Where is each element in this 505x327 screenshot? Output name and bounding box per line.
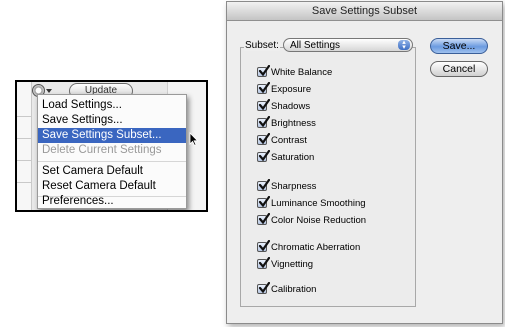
menu-item-delete-current-settings: Delete Current Settings: [42, 144, 162, 156]
menu-item-save-settings[interactable]: Save Settings...: [38, 113, 186, 128]
checkbox[interactable]: [257, 99, 270, 111]
menu-dropdown-arrow-icon[interactable]: [46, 89, 52, 93]
checkbox[interactable]: [257, 196, 270, 208]
checkbox[interactable]: [257, 150, 270, 162]
checkmark-icon: [258, 82, 270, 94]
checkbox-row[interactable]: White Balance: [257, 65, 332, 79]
checkmark-icon: [258, 65, 270, 77]
menu-item-reset-camera-default[interactable]: Reset Camera Default: [38, 179, 186, 194]
checkbox-label: Sharpness: [271, 180, 317, 192]
background-row-divider: [17, 138, 31, 139]
checkbox-label: Exposure: [271, 83, 312, 95]
checkmark-icon: [258, 282, 270, 294]
background-row-divider: [17, 116, 31, 117]
checkbox-label: Shadows: [271, 100, 311, 112]
background-panel-column: [17, 82, 32, 210]
subset-select[interactable]: All Settings ▴ ▾: [283, 38, 413, 52]
checkbox-label: Color Noise Reduction: [271, 214, 367, 226]
menu-item-set-camera-default[interactable]: Set Camera Default: [38, 164, 186, 179]
checkmark-icon: [258, 213, 270, 225]
checkbox-label: Vignetting: [271, 258, 314, 270]
checkbox-row[interactable]: Shadows: [257, 99, 310, 113]
checkbox-row[interactable]: Brightness: [257, 116, 316, 130]
checkbox[interactable]: [257, 240, 270, 252]
settings-menu-screenshot: Update Load Settings... Save Settings...…: [15, 80, 208, 212]
checkbox-row[interactable]: Sharpness: [257, 179, 316, 193]
menu-separator: [38, 161, 186, 162]
checkbox-label: Contrast: [271, 134, 307, 146]
checkbox-row[interactable]: Luminance Smoothing: [257, 196, 366, 210]
checkmark-icon: [258, 196, 270, 208]
checkbox-row[interactable]: Saturation: [257, 150, 314, 164]
checkbox-row[interactable]: Calibration: [257, 282, 316, 296]
checkbox-label: Saturation: [271, 151, 315, 163]
checkbox[interactable]: [257, 65, 270, 77]
background-row-divider: [17, 160, 31, 161]
save-button[interactable]: Save...: [430, 38, 488, 54]
checkmark-icon: [258, 99, 270, 111]
checkbox-row[interactable]: Vignetting: [257, 257, 313, 271]
checkmark-icon: [258, 257, 270, 269]
checkmark-icon: [258, 150, 270, 162]
checkmark-icon: [258, 116, 270, 128]
checkmark-icon: [258, 133, 270, 145]
checkbox-label: Luminance Smoothing: [271, 197, 366, 209]
menu-item-preferences[interactable]: Preferences...: [38, 195, 186, 208]
checkbox[interactable]: [257, 179, 270, 191]
checkbox[interactable]: [257, 116, 270, 128]
checkbox-label: Chromatic Aberration: [271, 241, 361, 253]
subset-label: Subset:: [244, 40, 280, 51]
checkbox[interactable]: [257, 257, 270, 269]
cancel-button[interactable]: Cancel: [430, 61, 488, 77]
checkbox-label: Calibration: [271, 283, 317, 295]
checkbox-label: White Balance: [271, 66, 333, 78]
checkmark-icon: [258, 179, 270, 191]
subset-select-value: All Settings: [290, 40, 341, 51]
checkbox-row[interactable]: Color Noise Reduction: [257, 213, 366, 227]
menu-item-save-settings-subset[interactable]: Save Settings Subset...: [38, 128, 186, 143]
checkbox[interactable]: [257, 82, 270, 94]
dialog-title: Save Settings Subset: [227, 2, 502, 21]
checkbox-label: Brightness: [271, 117, 316, 129]
checkbox-row[interactable]: Contrast: [257, 133, 307, 147]
select-stepper-icon: ▴ ▾: [398, 39, 410, 51]
checkbox[interactable]: [257, 213, 270, 225]
background-row-divider: [17, 182, 31, 183]
menu-item-load-settings[interactable]: Load Settings...: [38, 98, 186, 113]
checkbox-row[interactable]: Exposure: [257, 82, 311, 96]
checkbox[interactable]: [257, 133, 270, 145]
save-settings-subset-dialog: Save Settings Subset Subset: All Setting…: [226, 1, 503, 324]
settings-popup-menu: Load Settings... Save Settings... Save S…: [37, 94, 187, 209]
checkbox[interactable]: [257, 282, 270, 294]
mouse-pointer-icon: [189, 132, 199, 146]
checkmark-icon: [258, 240, 270, 252]
checkbox-row[interactable]: Chromatic Aberration: [257, 240, 360, 254]
